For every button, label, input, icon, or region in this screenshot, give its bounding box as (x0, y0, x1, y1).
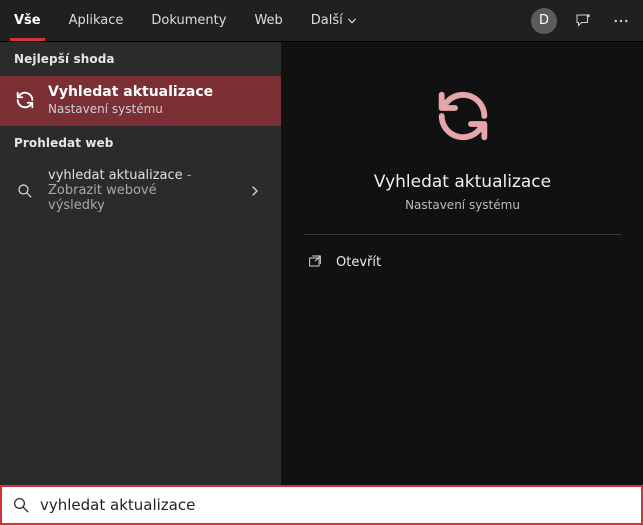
preview-title: Vyhledat aktualizace (304, 172, 621, 192)
preview-subtitle: Nastavení systému (304, 198, 621, 212)
result-subtitle: Nastavení systému (48, 102, 267, 116)
open-icon (306, 253, 324, 271)
tab-label: Vše (14, 13, 41, 28)
user-avatar[interactable]: D (531, 8, 557, 34)
tab-all[interactable]: Vše (0, 0, 55, 41)
web-suffix-line1: Zobrazit webové (48, 183, 157, 198)
result-texts: vyhledat aktualizace - Zobrazit webové v… (48, 168, 237, 213)
more-options-icon[interactable] (609, 9, 633, 33)
tab-apps[interactable]: Aplikace (55, 0, 138, 41)
tab-label: Aplikace (69, 13, 124, 28)
search-bar (0, 485, 643, 525)
preview-pane: Vyhledat aktualizace Nastavení systému O… (282, 42, 643, 485)
result-texts: Vyhledat aktualizace Nastavení systému (48, 84, 267, 116)
sync-icon (431, 84, 495, 148)
action-open[interactable]: Otevřít (304, 245, 621, 279)
result-title: Vyhledat aktualizace (48, 84, 267, 100)
main-area: Nejlepší shoda Vyhledat aktualizace Nast… (0, 42, 643, 485)
search-start-panel: Vše Aplikace Dokumenty Web Další D Ne (0, 0, 643, 525)
divider (304, 234, 621, 235)
web-suffix-line2: výsledky (48, 198, 237, 213)
tab-label: Další (311, 13, 343, 28)
preview-icon-wrap (304, 84, 621, 148)
filter-tabs-bar: Vše Aplikace Dokumenty Web Další D (0, 0, 643, 42)
sync-icon (14, 89, 36, 111)
search-icon (14, 180, 36, 202)
web-query-text: vyhledat aktualizace (48, 168, 183, 183)
search-icon (12, 496, 30, 514)
result-web-search[interactable]: vyhledat aktualizace - Zobrazit webové v… (0, 160, 281, 223)
result-title: vyhledat aktualizace - Zobrazit webové (48, 168, 237, 198)
tab-web[interactable]: Web (240, 0, 296, 41)
user-initial: D (539, 13, 549, 28)
section-best-match: Nejlepší shoda (0, 42, 281, 76)
chevron-down-icon (347, 16, 357, 26)
section-search-web: Prohledat web (0, 126, 281, 160)
chevron-right-icon (249, 185, 267, 197)
tab-label: Web (254, 13, 282, 28)
tab-label: Dokumenty (151, 13, 226, 28)
action-open-label: Otevřít (336, 255, 381, 270)
filter-tabs: Vše Aplikace Dokumenty Web Další (0, 0, 371, 41)
tabs-right-actions: D (531, 0, 643, 41)
result-best-match[interactable]: Vyhledat aktualizace Nastavení systému (0, 76, 281, 126)
results-pane: Nejlepší shoda Vyhledat aktualizace Nast… (0, 42, 282, 485)
feedback-icon[interactable] (571, 9, 595, 33)
search-input[interactable] (40, 496, 631, 514)
tab-more[interactable]: Další (297, 0, 371, 41)
web-suffix-sep: - (183, 168, 192, 183)
tab-documents[interactable]: Dokumenty (137, 0, 240, 41)
